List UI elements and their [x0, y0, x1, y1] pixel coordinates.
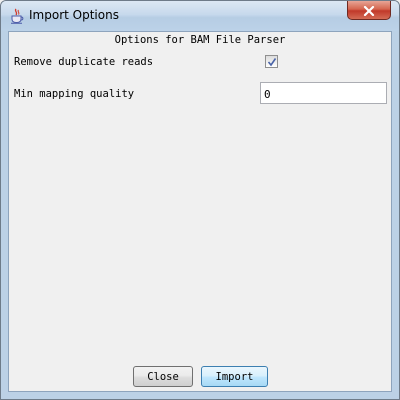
close-button[interactable]: Close — [133, 366, 193, 387]
window-close-button[interactable] — [347, 1, 391, 20]
checkmark-icon — [267, 52, 277, 71]
import-options-window: Import Options Options for BAM File Pars… — [0, 0, 400, 400]
min-mapping-quality-input[interactable] — [260, 82, 387, 104]
remove-duplicates-checkbox[interactable] — [265, 55, 278, 68]
options-header: Options for BAM File Parser — [114, 34, 286, 46]
window-title: Import Options — [29, 8, 119, 22]
close-x-icon — [363, 1, 375, 20]
title-bar[interactable]: Import Options — [1, 1, 399, 31]
import-button[interactable]: Import — [201, 366, 268, 387]
java-cup-icon — [10, 8, 24, 24]
min-mapping-quality-label: Min mapping quality — [14, 88, 135, 100]
dialog-content: Options for BAM File Parser Remove dupli… — [8, 31, 392, 392]
remove-duplicates-label: Remove duplicate reads — [14, 56, 154, 68]
